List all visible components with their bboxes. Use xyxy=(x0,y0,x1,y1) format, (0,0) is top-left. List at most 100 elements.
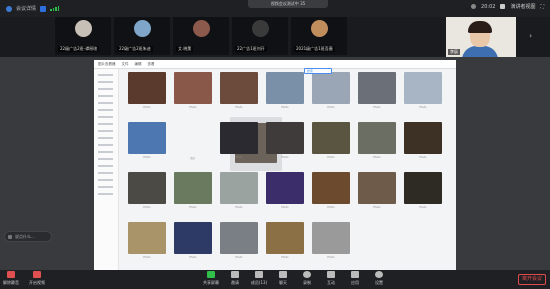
record-icon xyxy=(303,271,311,278)
photo-caption: 照片 xyxy=(190,157,196,160)
microphone-icon xyxy=(7,271,15,278)
top-left-group: 会议详情 xyxy=(0,5,60,12)
layout-label[interactable]: 演讲者视图 xyxy=(510,3,535,10)
photo-thumbnail[interactable] xyxy=(220,72,258,104)
fullscreen-icon[interactable]: ⛶ xyxy=(540,4,544,10)
share-screen-button[interactable]: 共享屏幕 xyxy=(200,271,222,286)
interact-icon xyxy=(327,271,335,278)
photo-thumbnail[interactable] xyxy=(220,122,258,154)
record-label: 录制 xyxy=(303,280,311,285)
photo-thumbnail[interactable] xyxy=(312,172,350,204)
self-video-tile[interactable]: 李辰 xyxy=(446,17,516,57)
invite-button[interactable]: 邀请 xyxy=(224,271,246,286)
photo-caption: Photo xyxy=(281,256,289,259)
photo-thumbnail[interactable] xyxy=(404,122,442,154)
photo-caption: Photo xyxy=(143,206,151,209)
settings-button[interactable]: 设置 xyxy=(368,271,390,286)
record-button[interactable]: 录制 xyxy=(296,271,318,286)
participant-tile[interactable]: 22级广告2班-谭昂瑄 xyxy=(55,17,111,55)
photo-grid-inner: Photo Photo Photo Photo Photo Photo Photo Photo… xyxy=(124,69,450,272)
photo-caption: Photo xyxy=(189,206,197,209)
photo-caption: Photo xyxy=(189,106,197,109)
chat-button[interactable]: 聊天 xyxy=(272,271,294,286)
photo-caption: Photo xyxy=(235,206,243,209)
participant-tile[interactable]: 艾.晓薰 xyxy=(173,17,229,55)
photo-thumbnail[interactable] xyxy=(128,172,166,204)
photo-caption: Photo xyxy=(419,206,427,209)
photo-caption: Photo xyxy=(327,256,335,259)
shared-app-sidebar xyxy=(94,69,119,272)
participant-name: 2021级广告1班吾唐 xyxy=(294,46,335,52)
photo-caption: Photo xyxy=(419,106,427,109)
photo-caption: Photo xyxy=(327,106,335,109)
photo-caption: Photo xyxy=(281,156,289,159)
participant-tile[interactable]: 22级广告2班朱迪 xyxy=(114,17,170,55)
photo-caption: Photo xyxy=(143,106,151,109)
self-name: 李辰 xyxy=(448,49,460,55)
photo-thumbnail[interactable] xyxy=(312,122,350,154)
layout-icon[interactable] xyxy=(500,4,506,9)
meeting-info-label[interactable]: 会议详情 xyxy=(16,5,36,12)
share-screen-icon xyxy=(207,271,215,278)
participant-tile[interactable]: 22广告1班刘开 xyxy=(232,17,288,55)
photo-caption: Photo xyxy=(235,106,243,109)
photo-thumbnail[interactable] xyxy=(266,122,304,154)
start-video-button[interactable]: 开启视频 xyxy=(26,271,48,286)
photo-thumbnail[interactable] xyxy=(404,72,442,104)
interact-label: 互动 xyxy=(327,280,335,285)
participant-name: 22级广告2班-谭昂瑄 xyxy=(58,46,100,52)
gear-icon xyxy=(375,271,383,278)
photo-caption: Photo xyxy=(373,206,381,209)
share-screen-label: 共享屏幕 xyxy=(203,280,219,285)
chat-input[interactable]: 说点什么... xyxy=(4,231,52,242)
photo-thumbnail[interactable] xyxy=(220,172,258,204)
interact-button[interactable]: 互动 xyxy=(320,271,342,286)
leave-meeting-button[interactable]: 离开会议 xyxy=(518,274,546,285)
photo-thumbnail[interactable] xyxy=(174,172,212,204)
participant-avatar xyxy=(311,20,328,37)
photo-grid: Photo Photo Photo Photo Photo Photo Photo Photo… xyxy=(124,69,450,272)
security-shield-icon[interactable] xyxy=(40,5,47,12)
photo-thumbnail[interactable] xyxy=(128,122,166,154)
photo-caption: Photo xyxy=(235,256,243,259)
self-video-shirt xyxy=(462,46,498,57)
unmute-button[interactable]: 解除静音 xyxy=(0,271,22,286)
participant-name: 22广告1班刘开 xyxy=(235,46,267,52)
next-page-arrow-icon[interactable]: › xyxy=(529,32,532,40)
self-video-hair xyxy=(468,21,492,33)
photo-thumbnail[interactable] xyxy=(174,222,212,254)
photo-thumbnail[interactable] xyxy=(266,222,304,254)
toolbar-item-file: 文件 xyxy=(121,61,129,66)
apps-button[interactable]: 应用 xyxy=(344,271,366,286)
bottom-toolbar: 解除静音 开启视频 共享屏幕 邀请 成员(13) 聊天 录制 互动 应用 设置 … xyxy=(0,270,550,289)
apps-label: 应用 xyxy=(351,280,359,285)
photo-thumbnail[interactable] xyxy=(266,72,304,104)
participant-tile[interactable]: 2021级广告1班吾唐 xyxy=(291,17,347,55)
shared-screen: 图片查看器 文件 编辑 查看 Photo Photo Photo Photo Photo… xyxy=(94,60,456,272)
photo-thumbnail[interactable] xyxy=(312,222,350,254)
settings-label: 设置 xyxy=(375,280,383,285)
photo-thumbnail[interactable] xyxy=(220,222,258,254)
invite-label: 邀请 xyxy=(231,280,239,285)
photo-thumbnail[interactable] xyxy=(266,172,304,204)
signal-strength-icon[interactable] xyxy=(50,6,60,11)
photo-thumbnail[interactable] xyxy=(358,172,396,204)
photo-thumbnail[interactable] xyxy=(174,72,212,104)
photo-thumbnail[interactable] xyxy=(358,122,396,154)
top-bar: 会议详情 视频会议测试中 35 20:02 演讲者视图 ⛶ xyxy=(0,0,550,17)
participant-avatar xyxy=(75,20,92,37)
photo-thumbnail[interactable] xyxy=(312,72,350,104)
photo-caption: Photo xyxy=(327,156,335,159)
photo-caption: Photo xyxy=(419,156,427,159)
participants-button[interactable]: 成员(13) xyxy=(248,271,270,286)
photo-thumbnail[interactable] xyxy=(404,172,442,204)
start-video-label: 开启视频 xyxy=(29,280,45,285)
chat-icon xyxy=(279,271,287,278)
photo-thumbnail[interactable] xyxy=(128,222,166,254)
toolbar-item-edit: 编辑 xyxy=(134,61,142,66)
meeting-info-icon[interactable] xyxy=(6,5,12,12)
search-input: 搜索 xyxy=(304,68,332,74)
photo-thumbnail[interactable] xyxy=(128,72,166,104)
participant-avatar xyxy=(193,20,210,37)
photo-thumbnail[interactable] xyxy=(358,72,396,104)
